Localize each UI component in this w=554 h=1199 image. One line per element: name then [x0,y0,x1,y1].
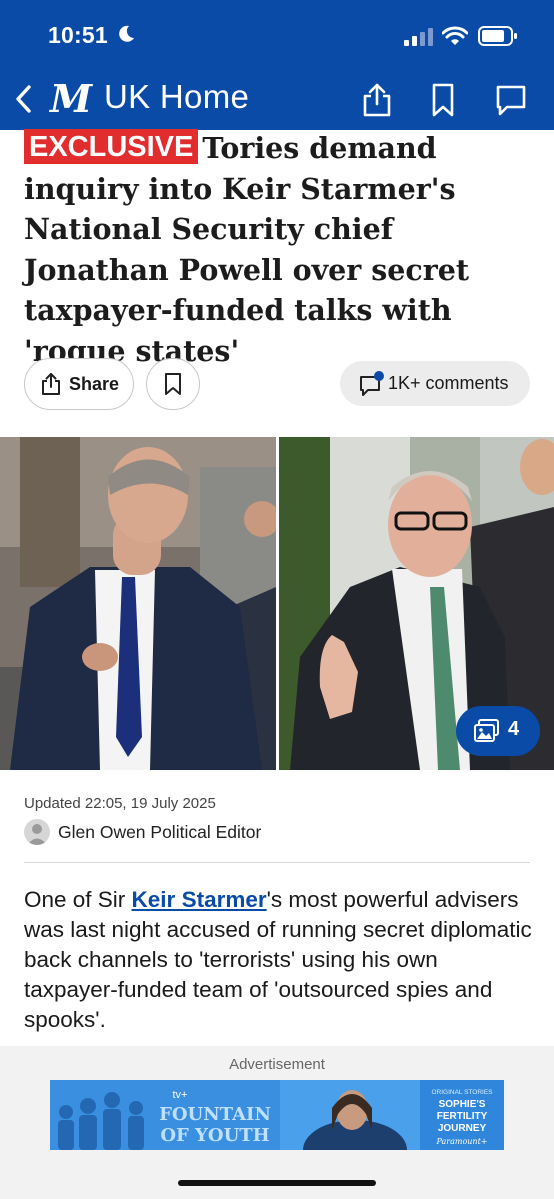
status-bar: 10:51 [0,0,554,72]
author-name[interactable]: Glen Owen Political Editor [58,822,261,843]
comments-count: 1K+ comments [388,373,509,393]
article-headline: EXCLUSIVE Tories demand inquiry into Keir… [24,128,534,371]
image-gallery-icon [474,719,499,742]
advertisement-container: Advertisement tv+ FOUNTAIN OF YOUTH ORIG… [0,1046,554,1199]
advertisement-banner[interactable]: tv+ FOUNTAIN OF YOUTH ORIGINAL STORIES S… [50,1080,504,1150]
comment-icon[interactable] [494,82,528,118]
status-time: 10:51 [48,22,108,48]
notification-dot [374,371,384,381]
bookmark-icon[interactable] [428,82,458,118]
home-indicator[interactable] [178,1180,376,1186]
ad-brand: tv+ [173,1089,188,1101]
share-icon[interactable] [360,82,394,118]
headline-text: Tories demand inquiry into Keir Starmer'… [24,131,470,368]
bookmark-icon [165,373,181,395]
ad-side-brand: Paramount+ [435,1137,487,1146]
back-chevron-icon[interactable] [10,82,36,116]
share-icon [42,373,60,395]
updated-timestamp: Updated 22:05, 19 July 2025 [24,795,216,812]
gallery-count: 4 [508,718,520,740]
exclusive-badge: EXCLUSIVE [24,129,199,164]
nav-bar: M UK Home [0,72,554,128]
ad-side-line1: SOPHIE'S [439,1099,486,1110]
photo-jonathan-powell [0,437,280,770]
nav-title[interactable]: UK Home [104,78,249,116]
ad-title-line2: OF YOUTH [160,1125,269,1146]
cellular-signal-icon [404,28,433,46]
comment-icon [360,371,384,396]
keir-starmer-link[interactable]: Keir Starmer [132,887,267,912]
ad-side-line3: JOURNEY [438,1123,487,1134]
app-header: 10:51 M UK Home [0,0,554,130]
moon-icon [119,25,134,42]
author-avatar-icon [24,819,50,845]
comments-button[interactable]: 1K+ comments [340,361,530,406]
daily-mail-logo-icon[interactable]: M [48,78,94,118]
ad-side-line2: FERTILITY [437,1111,488,1122]
svg-text:M: M [48,78,93,118]
gallery-count-button[interactable]: 4 [456,706,540,756]
battery-icon [478,26,517,46]
advertisement-label: Advertisement [229,1056,325,1073]
ad-title-line1: FOUNTAIN [159,1104,271,1125]
ad-side-kicker: ORIGINAL STORIES [431,1089,493,1096]
divider [24,862,530,863]
article-body-paragraph: One of Sir Keir Starmer's most powerful … [24,885,536,1035]
wifi-icon [442,26,468,45]
body-prefix: One of Sir [24,887,132,912]
share-button-label: Share [69,374,120,394]
save-button[interactable] [146,358,200,410]
share-button[interactable]: Share [24,358,134,410]
